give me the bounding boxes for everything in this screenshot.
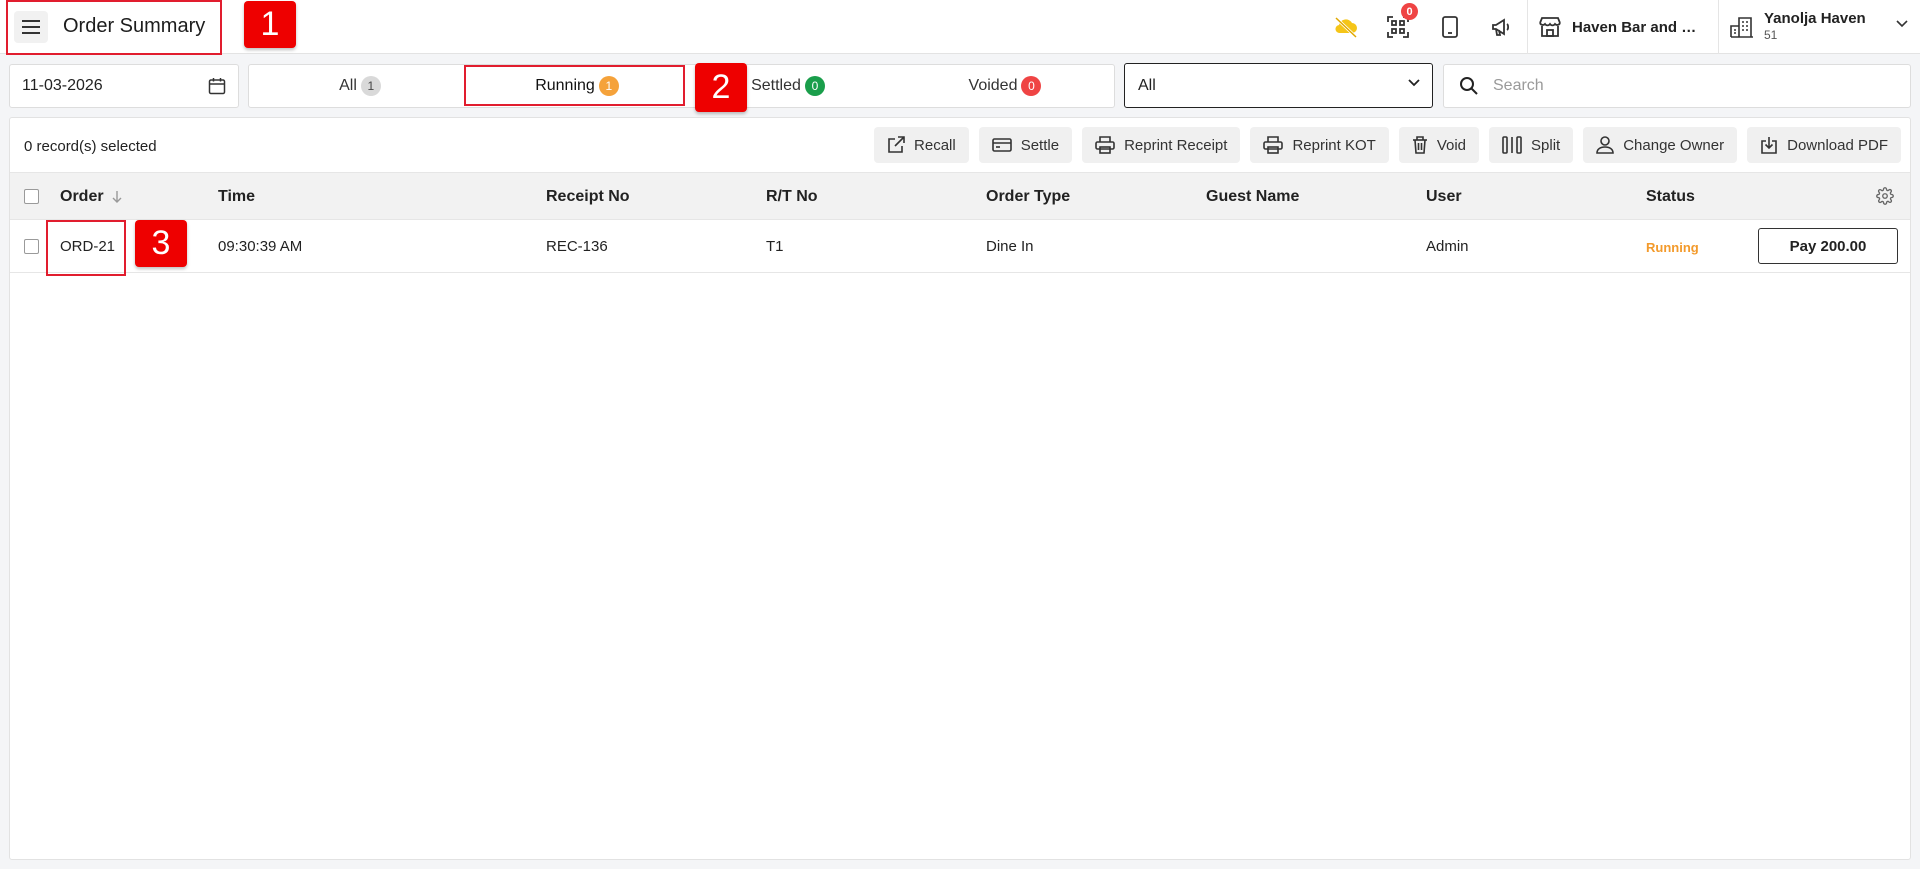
status-badge: Running xyxy=(1646,240,1699,255)
store-icon xyxy=(1539,17,1561,37)
split-icon xyxy=(1502,136,1522,154)
tab-label: Running xyxy=(535,77,595,94)
tab-label: Settled xyxy=(751,77,801,94)
annotation-label-3: 3 xyxy=(135,220,187,267)
cell-rt-no: T1 xyxy=(766,238,784,255)
reprint-kot-label: Reprint KOT xyxy=(1292,136,1376,154)
card-icon xyxy=(991,138,1012,152)
column-header-rt-no: R/T No xyxy=(766,188,818,205)
void-label: Void xyxy=(1436,136,1467,154)
external-link-icon xyxy=(888,136,905,153)
pay-button[interactable]: Pay 200.00 xyxy=(1758,228,1898,264)
table-row[interactable]: ORD-21 09:30:39 AM REC-136 T1 Dine In Ad… xyxy=(10,220,1910,273)
count-badge: 0 xyxy=(804,76,825,96)
annotation-label-2: 2 xyxy=(695,63,747,112)
top-icon-group: 0 xyxy=(1320,3,1528,46)
store-name: Haven Bar and R... xyxy=(1572,18,1702,36)
qr-notification-badge: 0 xyxy=(1401,3,1418,20)
column-label: Order xyxy=(60,188,104,205)
annotation-label-1: 1 xyxy=(244,1,296,48)
recall-label: Recall xyxy=(914,136,956,154)
orders-panel: 0 record(s) selected Recall Settle Repri… xyxy=(9,117,1911,860)
qr-orders-button[interactable]: 0 xyxy=(1372,3,1424,46)
date-value: 11-03-2026 xyxy=(22,77,103,94)
cell-time: 09:30:39 AM xyxy=(218,238,303,255)
printer-icon xyxy=(1263,136,1284,154)
search-box xyxy=(1443,64,1911,108)
column-header-receipt-no: Receipt No xyxy=(546,188,630,205)
column-header-status: Status xyxy=(1646,188,1695,205)
download-icon xyxy=(1761,137,1777,154)
column-header-user: User xyxy=(1426,188,1462,205)
column-header-order-type: Order Type xyxy=(986,188,1071,205)
download-pdf-label: Download PDF xyxy=(1787,136,1888,154)
action-toolbar: Recall Settle Reprint Receipt Reprint KO… xyxy=(874,127,1901,163)
split-button[interactable]: Split xyxy=(1489,127,1574,163)
trash-icon xyxy=(1412,136,1427,154)
hamburger-menu-button[interactable] xyxy=(14,11,48,43)
building-icon xyxy=(1730,17,1753,38)
divider xyxy=(1718,0,1719,54)
order-type-value: All xyxy=(1138,76,1156,94)
account-name: Yanolja Haven xyxy=(1764,10,1866,27)
change-owner-button[interactable]: Change Owner xyxy=(1583,127,1738,163)
account-selector[interactable]: Yanolja Haven 51 xyxy=(1730,0,1916,54)
reprint-receipt-label: Reprint Receipt xyxy=(1124,136,1228,154)
offline-cloud-button[interactable] xyxy=(1320,8,1372,46)
settle-label: Settle xyxy=(1020,136,1060,154)
gear-icon[interactable] xyxy=(1876,187,1894,205)
selected-count: 0 record(s) selected xyxy=(24,138,157,155)
chevron-down-icon xyxy=(1408,79,1420,87)
user-icon xyxy=(1596,136,1615,154)
settle-button[interactable]: Settle xyxy=(978,127,1073,163)
cell-receipt-no: REC-136 xyxy=(546,238,608,255)
table-header: Order Time Receipt No R/T No Order Type … xyxy=(10,172,1910,220)
megaphone-icon xyxy=(1492,18,1510,36)
reprint-kot-button[interactable]: Reprint KOT xyxy=(1250,127,1389,163)
hamburger-icon xyxy=(22,20,40,34)
divider xyxy=(1527,0,1528,54)
tab-label: Voided xyxy=(968,77,1018,94)
status-tabs: All 1 Running 1 Settled 0 Voided 0 xyxy=(248,64,1115,108)
count-badge: 1 xyxy=(598,76,619,96)
count-badge: 0 xyxy=(1021,76,1042,96)
tab-all[interactable]: All 1 xyxy=(249,65,471,107)
column-header-guest-name: Guest Name xyxy=(1206,188,1300,205)
recall-button[interactable]: Recall xyxy=(874,127,969,163)
cloud-off-icon xyxy=(1334,16,1358,38)
announcements-button[interactable] xyxy=(1476,8,1528,46)
change-owner-label: Change Owner xyxy=(1623,136,1725,154)
account-id: 51 xyxy=(1764,28,1778,42)
count-badge: 1 xyxy=(360,76,381,96)
page-title: Order Summary xyxy=(63,15,206,37)
tab-voided[interactable]: Voided 0 xyxy=(894,65,1116,107)
search-icon xyxy=(1460,77,1478,95)
phone-icon xyxy=(1442,16,1458,38)
tab-label: All xyxy=(339,77,357,94)
date-picker[interactable]: 11-03-2026 xyxy=(9,64,239,108)
split-label: Split xyxy=(1531,136,1561,154)
cell-order[interactable]: ORD-21 xyxy=(60,238,115,255)
column-header-time: Time xyxy=(218,188,256,205)
tab-running[interactable]: Running 1 xyxy=(466,65,688,107)
void-button[interactable]: Void xyxy=(1398,127,1480,163)
download-pdf-button[interactable]: Download PDF xyxy=(1747,127,1901,163)
calendar-icon xyxy=(208,78,226,95)
printer-icon xyxy=(1095,136,1115,154)
select-all-checkbox[interactable] xyxy=(24,189,39,204)
store-selector[interactable]: Haven Bar and R... xyxy=(1538,0,1716,54)
cell-order-type: Dine In xyxy=(986,238,1034,255)
sort-arrow-down-icon xyxy=(112,191,122,203)
column-header-order[interactable]: Order xyxy=(60,188,122,206)
order-type-select[interactable]: All xyxy=(1124,63,1433,108)
search-input[interactable] xyxy=(1493,77,1893,95)
mobile-device-button[interactable] xyxy=(1424,8,1476,46)
chevron-down-icon xyxy=(1896,20,1908,28)
row-checkbox[interactable] xyxy=(24,239,39,254)
reprint-receipt-button[interactable]: Reprint Receipt xyxy=(1082,127,1241,163)
cell-user: Admin xyxy=(1426,238,1469,255)
